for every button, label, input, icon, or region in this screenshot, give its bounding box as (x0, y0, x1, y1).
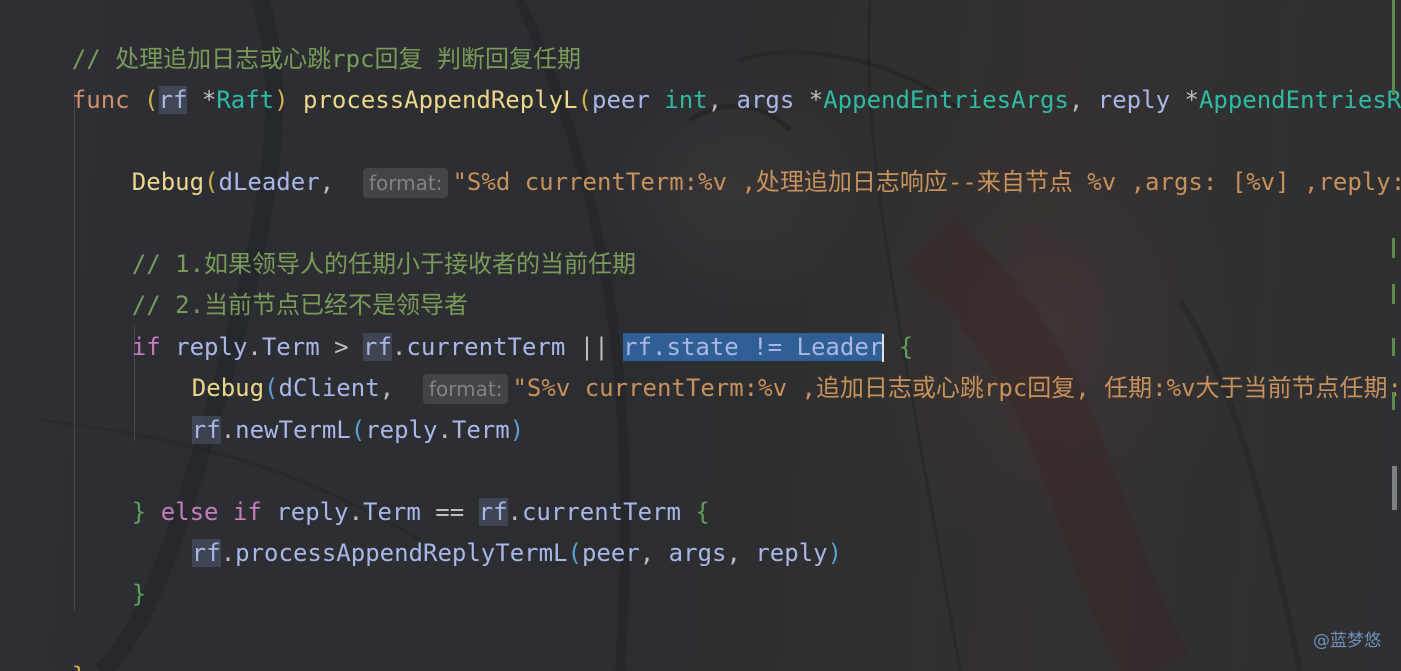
comma: , (639, 539, 655, 567)
argument: dLeader (218, 168, 320, 196)
paren: ) (274, 86, 289, 114)
code-line-12[interactable]: } (14, 615, 86, 671)
pointer-star: * (808, 86, 824, 114)
code-line-11[interactable]: } (74, 533, 146, 608)
code-editor[interactable]: // 处理追加日志或心跳rpc回复 判断回复任期 func (rf *Raft)… (0, 0, 1401, 671)
param-name: reply (1097, 86, 1171, 114)
comma: , (1068, 86, 1084, 114)
change-marker (1392, 284, 1395, 304)
function-name: processAppendReplyL (303, 86, 578, 114)
code-line-6[interactable]: if reply.Term > rf.currentTerm || rf.sta… (74, 286, 913, 362)
pointer-star: * (201, 86, 217, 114)
method-call: processAppendReplyTermL (235, 539, 568, 567)
brace: } (131, 580, 147, 608)
string-literal: "S%v currentTerm:%v ,追加日志或心跳rpc回复, 任期:%v… (512, 374, 1401, 402)
string-literal: "S%d currentTerm:%v ,处理追加日志响应--来自节点 %v ,… (452, 168, 1401, 196)
code-line-10[interactable]: rf.processAppendReplyTermL(peer, args, r… (134, 492, 842, 567)
function-call: Debug (131, 168, 205, 196)
parameter-hint: format: (363, 168, 449, 198)
code-line-4[interactable]: // 1.如果领导人的任期小于接收者的当前任期 (74, 203, 636, 278)
scroll-thumb[interactable] (1392, 466, 1397, 510)
code-line-7[interactable]: Debug(dClient, format: "S%v currentTerm:%… (134, 327, 1401, 404)
change-marker (1392, 338, 1395, 356)
code-line-3[interactable]: Debug(dLeader, format: "S%d currentTerm:%… (74, 121, 1401, 198)
paren: ) (827, 539, 843, 567)
watermark: @蓝梦悠 (1313, 631, 1381, 651)
change-marker (1392, 392, 1395, 410)
code-line-8[interactable]: rf.newTermL(reply.Term) (134, 369, 524, 444)
identifier: rf (191, 416, 221, 444)
argument: peer (581, 539, 640, 567)
dot: . (220, 539, 236, 567)
paren: ( (577, 86, 593, 114)
change-marker (1392, 238, 1395, 258)
param-type: int (664, 86, 708, 114)
identifier: rf (191, 539, 221, 567)
receiver-name: rf (158, 86, 188, 114)
argument: reply (755, 539, 828, 567)
code-line-2[interactable]: func (rf *Raft) processAppendReplyL(peer… (14, 39, 1401, 114)
paren: ( (350, 416, 366, 444)
param-name: args (736, 86, 795, 114)
change-marker (1392, 0, 1395, 95)
dot: . (220, 416, 236, 444)
method-call: newTermL (235, 416, 351, 444)
paren: ( (204, 168, 219, 196)
code-line-5[interactable]: // 2.当前节点已经不是领导者 (74, 244, 468, 319)
comma: , (319, 168, 335, 196)
field: Term (451, 416, 510, 444)
param-name: peer (592, 86, 650, 114)
comma: , (707, 86, 723, 114)
code-line-1[interactable]: // 处理追加日志或心跳rpc回复 判断回复任期 (14, 0, 581, 73)
dot: . (437, 416, 452, 444)
paren: ( (144, 86, 159, 114)
code-line-9[interactable]: } else if reply.Term == rf.currentTerm { (74, 451, 710, 526)
comma: , (726, 539, 741, 567)
paren: ( (567, 539, 582, 567)
param-type: AppendEntriesReply (1198, 86, 1401, 114)
scrollbar[interactable] (1387, 0, 1401, 671)
brace: } (72, 662, 86, 671)
argument: args (668, 539, 727, 567)
identifier: reply (365, 416, 438, 444)
param-type: AppendEntriesArgs (823, 86, 1069, 114)
receiver-type: Raft (216, 86, 275, 114)
pointer-star: * (1184, 86, 1199, 114)
keyword-func: func (71, 86, 130, 114)
paren: ) (509, 416, 525, 444)
